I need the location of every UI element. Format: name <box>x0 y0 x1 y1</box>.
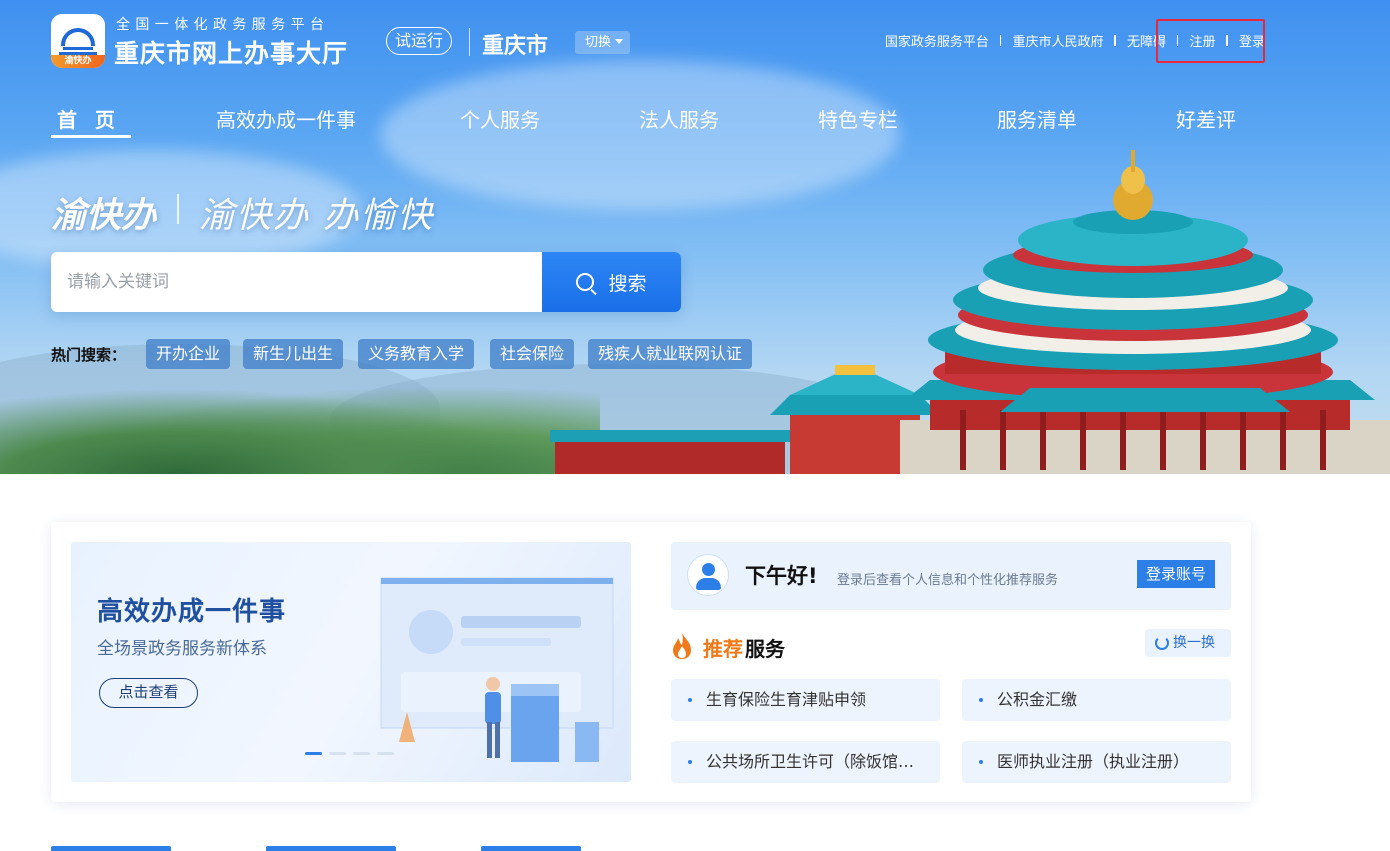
bullet-icon <box>688 698 692 702</box>
header-divider <box>469 28 470 56</box>
service-item[interactable]: 公共场所卫生许可（除饭馆、咖啡馆、酒吧、茶座） <box>671 741 940 783</box>
nav-item-legal-person[interactable]: 法人服务 <box>639 104 719 133</box>
trial-badge: 试运行 <box>386 27 453 55</box>
hot-tag-social-insurance[interactable]: 社会保险 <box>490 339 575 369</box>
city-switch-button[interactable]: 切换 <box>575 31 631 54</box>
banner-view-button[interactable]: 点击查看 <box>99 678 198 708</box>
banner-title: 高效办成一件事 <box>97 597 287 627</box>
trees-decoration <box>0 374 600 474</box>
hot-search-label: 热门搜索： <box>51 346 127 364</box>
next-section-peek <box>51 838 611 851</box>
recommend-title-highlight: 推荐 <box>703 637 743 661</box>
city-switch-label: 切换 <box>585 35 612 50</box>
caret-down-icon <box>615 39 624 44</box>
nav-active-underline <box>51 135 131 138</box>
refresh-icon <box>1155 636 1169 650</box>
service-item-label: 公共场所卫生许可（除饭馆、咖啡馆、酒吧、茶座） <box>706 752 940 771</box>
nav-item-home[interactable]: 首页 <box>57 104 133 133</box>
auth-highlight-box <box>1156 19 1265 63</box>
bullet-icon <box>979 760 983 764</box>
carousel-dot[interactable] <box>377 752 394 755</box>
greeting-title: 下午好! <box>745 564 818 588</box>
bullet-icon <box>979 698 983 702</box>
nav-item-one-thing[interactable]: 高效办成一件事 <box>216 104 356 133</box>
nav-item-service-list[interactable]: 服务清单 <box>997 104 1077 133</box>
greeting-tip: 登录后查看个人信息和个性化推荐服务 <box>837 573 1059 588</box>
bullet-icon <box>688 760 692 764</box>
service-item[interactable]: 公积金汇缴 <box>962 679 1231 721</box>
search-button-label: 搜索 <box>608 272 647 295</box>
hot-tag-open-business[interactable]: 开办企业 <box>146 339 231 369</box>
avatar <box>687 554 729 596</box>
nav-item-rating[interactable]: 好差评 <box>1176 104 1236 133</box>
refresh-label: 换一换 <box>1173 635 1215 651</box>
nav-item-personal[interactable]: 个人服务 <box>460 104 540 133</box>
recommend-title: 服务 <box>745 637 785 661</box>
nav-item-featured[interactable]: 特色专栏 <box>818 104 898 133</box>
service-card: 高效办成一件事 全场景政务服务新体系 点击查看 下午好! 登录后查看个人信息和个… <box>51 522 1251 802</box>
promo-banner[interactable]: 高效办成一件事 全场景政务服务新体系 点击查看 <box>71 542 631 782</box>
link-divider <box>1114 34 1116 46</box>
hero-divider <box>177 194 179 224</box>
hot-tag-school-enrollment[interactable]: 义务教育入学 <box>358 339 475 369</box>
site-title: 重庆市网上办事大厅 <box>114 39 349 68</box>
fire-icon <box>673 633 691 659</box>
search-bar: 搜索 <box>51 252 681 312</box>
carousel-dot[interactable] <box>329 752 346 755</box>
site-logo[interactable]: 渝快办 <box>51 14 105 68</box>
carousel-dot[interactable] <box>305 752 322 755</box>
main-nav: 首页 高效办成一件事 个人服务 法人服务 特色专栏 服务清单 好差评 <box>0 104 1390 144</box>
logo-text: 渝快办 <box>51 55 105 68</box>
service-item-label: 医师执业注册（执业注册） <box>997 752 1190 771</box>
login-account-button[interactable]: 登录账号 <box>1137 560 1215 588</box>
logo-arch-icon <box>61 28 95 46</box>
link-divider <box>999 34 1002 46</box>
hot-tag-newborn[interactable]: 新生儿出生 <box>243 339 344 369</box>
refresh-button[interactable]: 换一换 <box>1145 629 1231 657</box>
service-item-label: 生育保险生育津贴申领 <box>706 690 867 709</box>
carousel-dots <box>305 752 394 755</box>
link-city-government[interactable]: 重庆市人民政府 <box>1012 31 1103 50</box>
carousel-dot[interactable] <box>353 752 370 755</box>
service-item-label: 公积金汇缴 <box>997 690 1078 709</box>
hero-brand: 渝快办 <box>51 196 157 236</box>
city-name: 重庆市 <box>482 34 549 59</box>
banner-illustration <box>380 577 614 762</box>
search-icon <box>576 273 595 291</box>
service-item[interactable]: 生育保险生育津贴申领 <box>671 679 940 721</box>
service-item[interactable]: 医师执业注册（执业注册） <box>962 741 1231 783</box>
search-button[interactable]: 搜索 <box>542 252 681 312</box>
search-input[interactable] <box>51 252 541 312</box>
link-national-platform[interactable]: 国家政务服务平台 <box>885 31 989 50</box>
greeting-panel: 下午好! 登录后查看个人信息和个性化推荐服务 登录账号 <box>671 542 1231 610</box>
hero-slogan: 渝快办 办愉快 <box>199 196 435 236</box>
banner-subtitle: 全场景政务服务新体系 <box>97 639 267 659</box>
hot-tag-disabled-employment[interactable]: 残疾人就业联网认证 <box>588 339 753 369</box>
platform-slogan: 全国一体化政务服务平台 <box>116 17 330 33</box>
